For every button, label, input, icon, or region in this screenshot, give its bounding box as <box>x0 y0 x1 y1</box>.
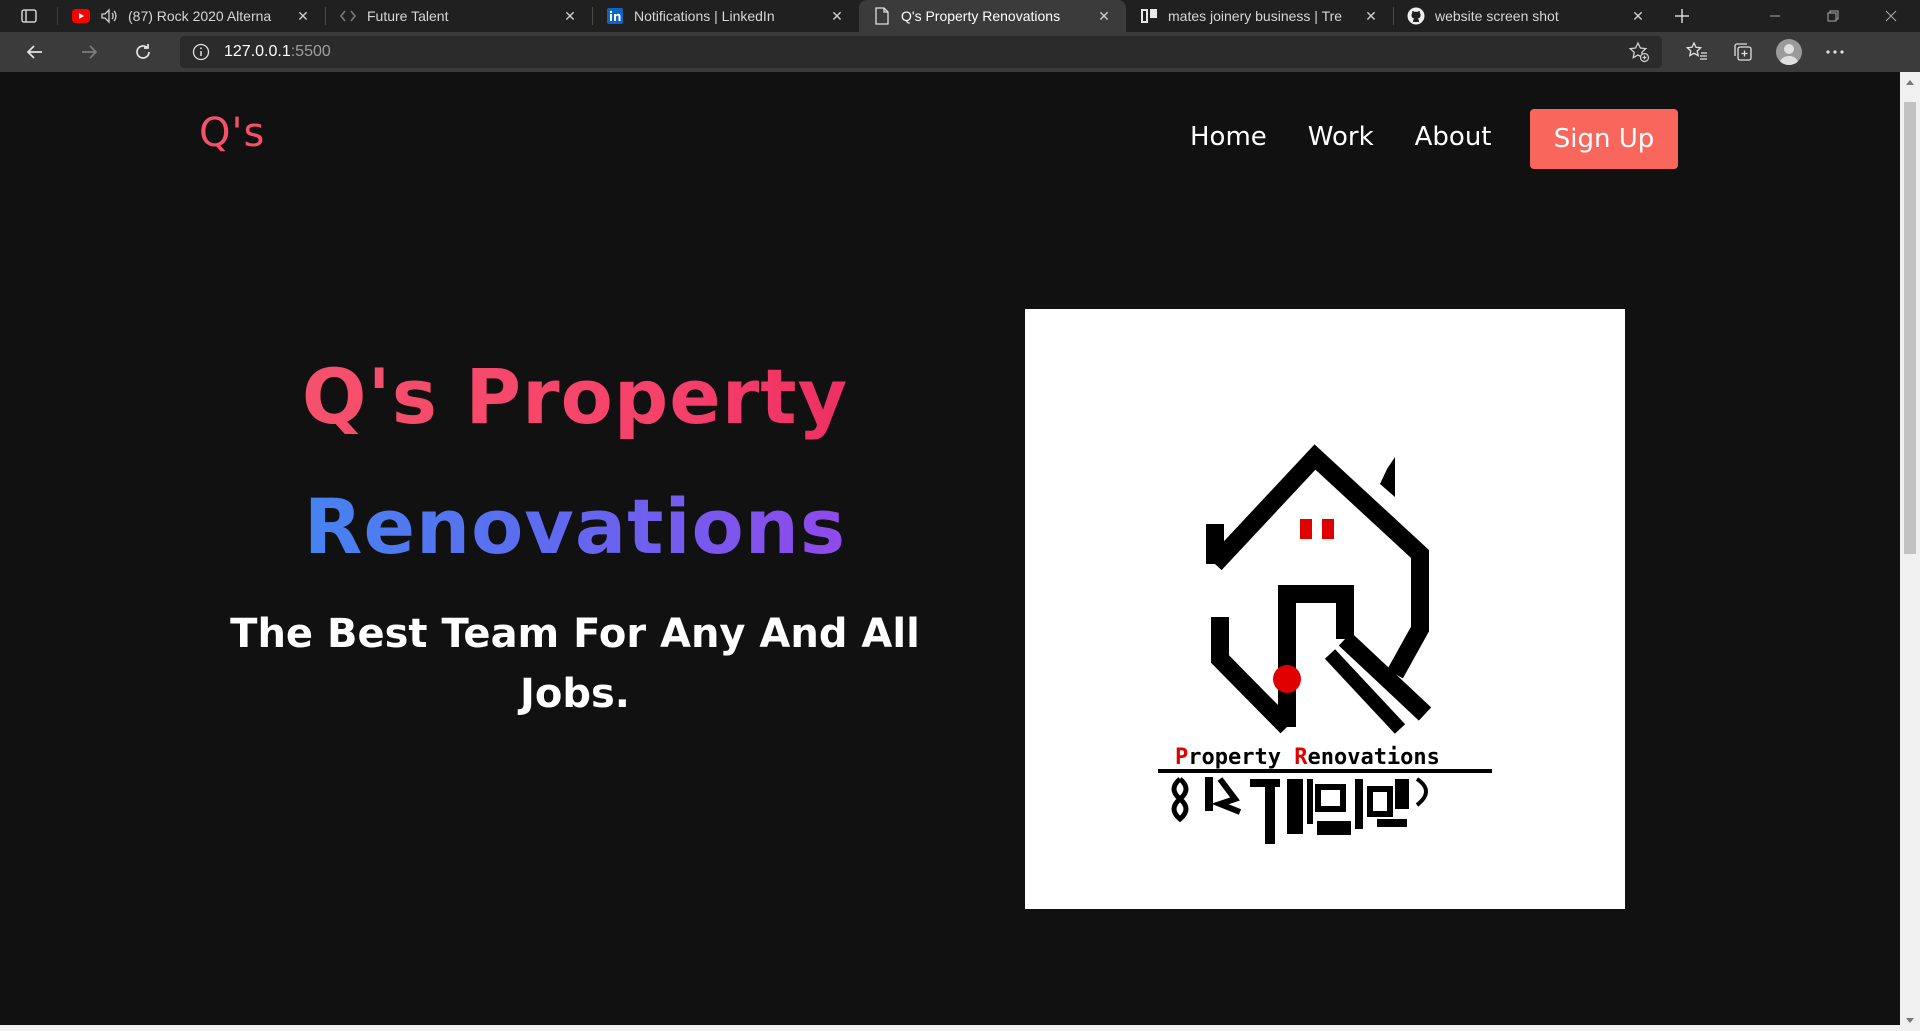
page-scrollbar[interactable] <box>1900 72 1920 1031</box>
back-arrow-icon <box>26 45 42 59</box>
tab-title: mates joinery business | Tre <box>1168 8 1343 24</box>
nav-work-link[interactable]: Work <box>1308 122 1374 152</box>
forward-button[interactable] <box>70 36 108 68</box>
hero-title-line-2: Renovations <box>180 462 970 592</box>
tab-actions-button[interactable] <box>0 7 58 25</box>
close-tab-icon[interactable]: ✕ <box>827 6 847 26</box>
scroll-up-icon[interactable] <box>1906 80 1914 85</box>
close-tab-icon[interactable]: ✕ <box>1628 6 1648 26</box>
close-tab-icon[interactable]: ✕ <box>293 6 313 26</box>
restore-button[interactable] <box>1804 0 1862 32</box>
hero-title-line-1: Q's Property <box>180 332 970 462</box>
restore-icon <box>1827 10 1839 22</box>
logo-caption-initial-p: P <box>1175 745 1188 770</box>
url-port: :5500 <box>290 43 331 60</box>
close-tab-icon[interactable]: ✕ <box>1094 6 1114 26</box>
close-tab-icon[interactable]: ✕ <box>1361 6 1381 26</box>
browser-toolbar: 127.0.0.1:5500 <box>0 32 1920 72</box>
site-header: Q's Home Work About Sign Up <box>0 72 1900 212</box>
tab-title: Notifications | LinkedIn <box>634 8 775 24</box>
more-icon <box>1826 50 1844 54</box>
github-icon <box>1407 7 1425 25</box>
youtube-icon <box>72 7 90 25</box>
new-tab-button[interactable] <box>1660 0 1704 32</box>
tab-actions-icon <box>20 9 37 23</box>
tab-linkedin[interactable]: Notifications | LinkedIn ✕ <box>592 0 859 32</box>
refresh-button[interactable] <box>124 36 162 68</box>
window-controls <box>1746 0 1920 32</box>
logo-caption-rest-1: roperty <box>1188 745 1294 770</box>
back-button[interactable] <box>16 36 54 68</box>
tab-strip: (87) Rock 2020 Alterna ✕ Future Talent ✕… <box>0 0 1920 32</box>
close-tab-icon[interactable]: ✕ <box>560 6 580 26</box>
logo-caption-initial-r: R <box>1294 745 1308 770</box>
close-window-icon <box>1885 10 1897 22</box>
hero-text: Q's Property Renovations The Best Team F… <box>180 332 970 724</box>
minimize-button[interactable] <box>1746 0 1804 32</box>
scroll-down-icon[interactable] <box>1906 1018 1914 1023</box>
speaker-icon[interactable] <box>100 7 118 25</box>
collections-icon <box>1734 43 1752 61</box>
address-bar[interactable]: 127.0.0.1:5500 <box>180 36 1662 68</box>
profile-button[interactable] <box>1766 36 1812 68</box>
minimize-icon <box>1770 15 1780 17</box>
tab-youtube[interactable]: (87) Rock 2020 Alterna ✕ <box>58 0 325 32</box>
linkedin-icon <box>606 7 624 25</box>
sign-up-button[interactable]: Sign Up <box>1530 109 1678 169</box>
plus-icon <box>1675 9 1689 23</box>
settings-menu-button[interactable] <box>1812 36 1858 68</box>
tab-trello[interactable]: mates joinery business | Tre ✕ <box>1126 0 1393 32</box>
tab-future-talent[interactable]: Future Talent ✕ <box>325 0 592 32</box>
window-bottom-edge <box>0 1025 1920 1031</box>
page-viewport: Q's Home Work About Sign Up Q's Property… <box>0 72 1900 1031</box>
collections-button[interactable] <box>1720 36 1766 68</box>
favorites-icon <box>1686 41 1707 60</box>
tab-title: website screen shot <box>1435 8 1559 24</box>
nav-about-link[interactable]: About <box>1415 122 1492 152</box>
avatar <box>1776 39 1802 65</box>
scrollbar-thumb[interactable] <box>1904 102 1916 554</box>
add-favorite-icon[interactable] <box>1628 41 1650 63</box>
forward-arrow-icon <box>82 45 98 59</box>
hero-subtitle: The Best Team For Any And All Jobs. <box>230 611 920 717</box>
favorites-button[interactable] <box>1674 36 1720 68</box>
nav-home-link[interactable]: Home <box>1190 122 1267 152</box>
company-logo-image: Property Renovations <box>1025 309 1625 909</box>
tab-title: Q's Property Renovations <box>901 8 1061 24</box>
logo-caption-rest-2: enovations <box>1307 745 1439 770</box>
url-host: 127.0.0.1 <box>224 43 291 60</box>
site-nav-links: Home Work About <box>1190 122 1533 152</box>
house-logo-icon: Property Renovations <box>1158 444 1492 844</box>
tab-title: (87) Rock 2020 Alterna <box>128 8 272 24</box>
refresh-icon <box>136 44 150 59</box>
tab-qs-property[interactable]: Q's Property Renovations ✕ <box>859 0 1126 32</box>
tab-github[interactable]: website screen shot ✕ <box>1393 0 1660 32</box>
close-window-button[interactable] <box>1862 0 1920 32</box>
toolbar-actions <box>1674 36 1858 68</box>
info-icon[interactable] <box>192 43 210 61</box>
board-icon <box>1140 7 1158 25</box>
code-icon <box>339 7 357 25</box>
page-icon <box>873 7 891 25</box>
brand-logo-link[interactable]: Q's <box>199 110 265 156</box>
tab-title: Future Talent <box>367 8 449 24</box>
svg-text:Property Renovations: Property Renovations <box>1175 745 1440 770</box>
